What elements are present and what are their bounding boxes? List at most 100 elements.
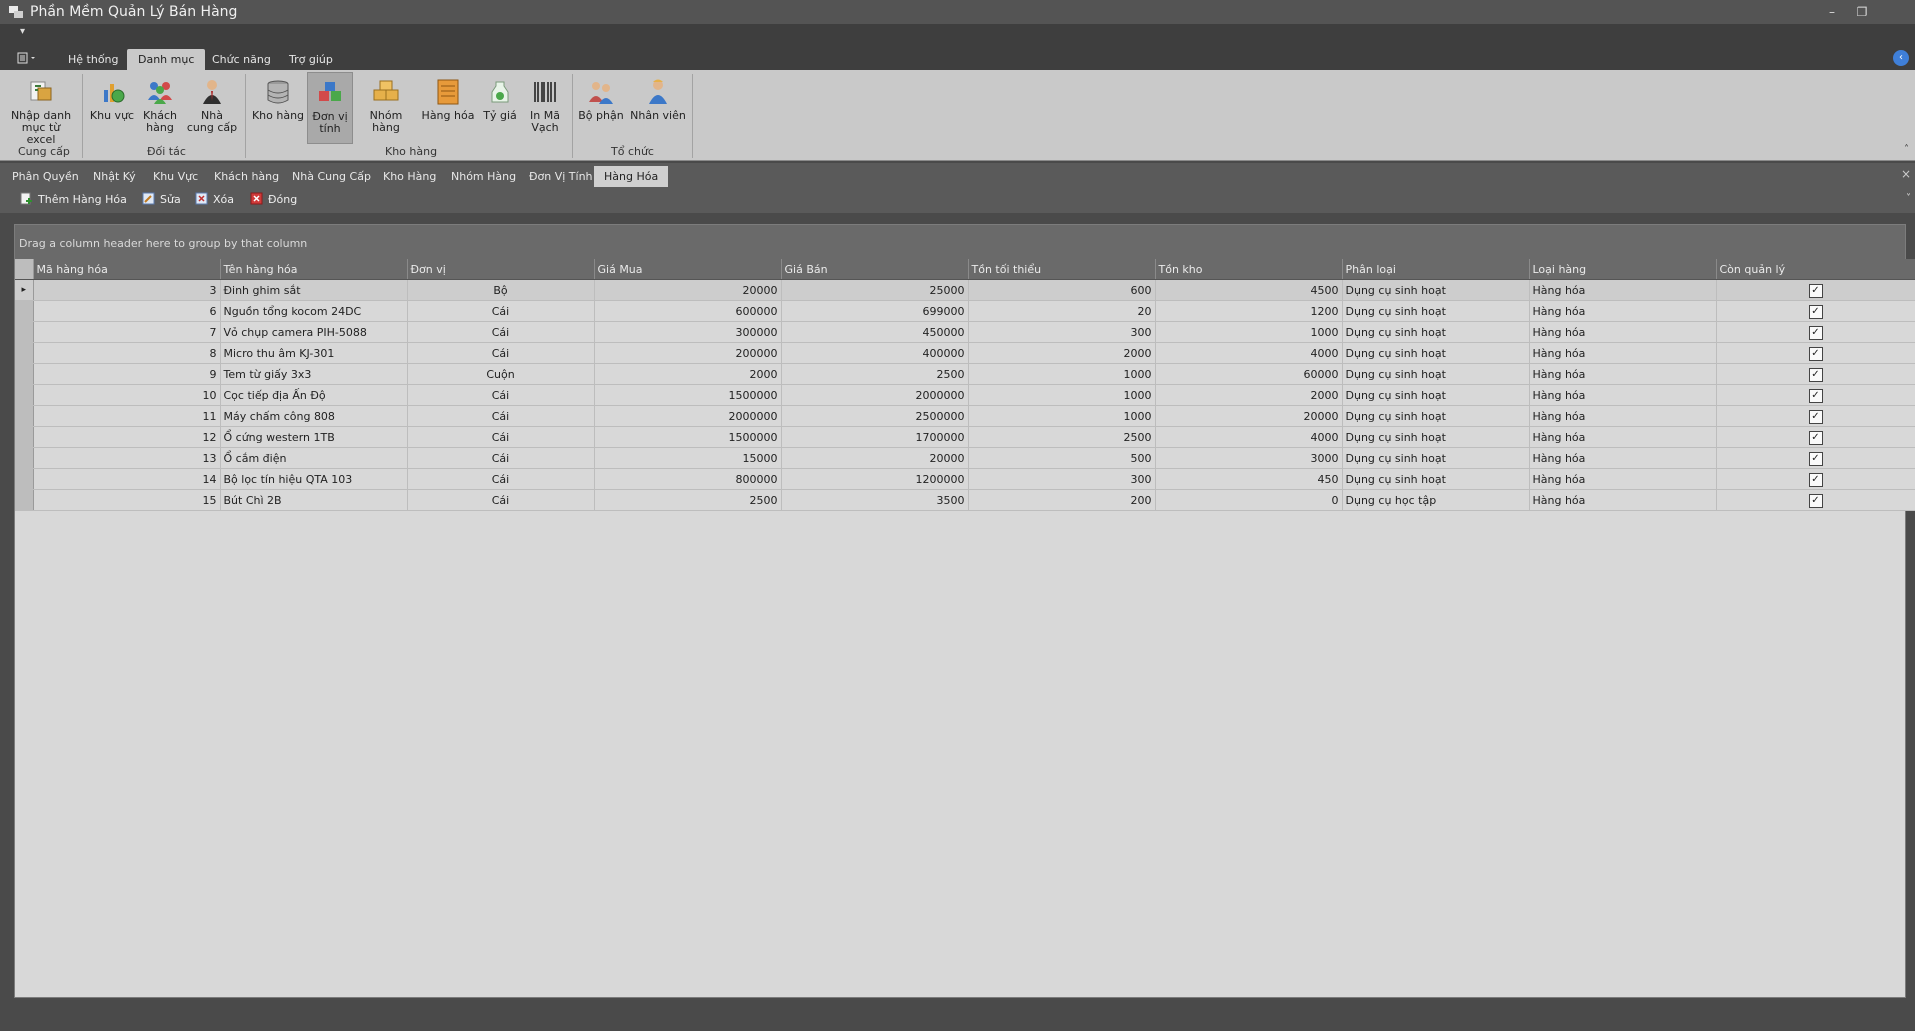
table-cell[interactable]: Hàng hóa (1529, 405, 1717, 427)
managed-checkbox-cell[interactable]: ✓ (1716, 300, 1915, 322)
table-cell[interactable]: 20000 (781, 447, 969, 469)
table-cell[interactable]: Hàng hóa (1529, 426, 1717, 448)
table-cell[interactable]: Hàng hóa (1529, 489, 1717, 511)
row-indicator[interactable] (15, 468, 34, 490)
table-cell[interactable]: 8 (33, 342, 221, 364)
table-cell[interactable]: Hàng hóa (1529, 447, 1717, 469)
tab-danh-muc[interactable]: Danh mục (127, 49, 206, 70)
managed-checkbox-cell[interactable]: ✓ (1716, 426, 1915, 448)
table-cell[interactable]: Cái (407, 468, 595, 490)
table-cell[interactable]: 60000 (1155, 363, 1343, 385)
table-cell[interactable]: 3 (33, 279, 221, 301)
table-cell[interactable]: 1200 (1155, 300, 1343, 322)
table-row[interactable]: 14 Bộ lọc tín hiệu QTA 103 Cái 800000 120000… (15, 468, 1915, 490)
table-cell[interactable]: 800000 (594, 468, 782, 490)
table-cell[interactable]: Bộ lọc tín hiệu QTA 103 (220, 468, 408, 490)
table-cell[interactable]: 1000 (1155, 321, 1343, 343)
table-cell[interactable]: 4000 (1155, 426, 1343, 448)
table-cell[interactable]: 600 (968, 279, 1156, 301)
row-indicator[interactable] (15, 426, 34, 448)
table-cell[interactable]: Dụng cụ sinh hoạt (1342, 321, 1530, 343)
warehouse-button[interactable]: Kho hàng (250, 72, 306, 142)
managed-checkbox-cell[interactable]: ✓ (1716, 363, 1915, 385)
table-cell[interactable]: Hàng hóa (1529, 300, 1717, 322)
table-cell[interactable]: Hàng hóa (1529, 363, 1717, 385)
table-cell[interactable]: 1700000 (781, 426, 969, 448)
checkbox[interactable]: ✓ (1808, 472, 1823, 487)
table-cell[interactable]: 2500 (781, 363, 969, 385)
managed-checkbox-cell[interactable]: ✓ (1716, 342, 1915, 364)
table-cell[interactable]: 2000000 (781, 384, 969, 406)
table-cell[interactable]: Dụng cụ sinh hoạt (1342, 468, 1530, 490)
table-cell[interactable]: Hàng hóa (1529, 279, 1717, 301)
row-indicator[interactable] (15, 489, 34, 511)
table-cell[interactable]: 1000 (968, 384, 1156, 406)
doc-tab-nhom-hang[interactable]: Nhóm Hàng (441, 166, 526, 187)
restore-button[interactable]: ❐ (1849, 3, 1875, 21)
table-cell[interactable]: 12 (33, 426, 221, 448)
tab-tro-giup[interactable]: Trợ giúp (278, 49, 344, 70)
table-cell[interactable]: 2000000 (594, 405, 782, 427)
delete-button[interactable]: Xóa (195, 191, 234, 209)
table-cell[interactable]: Dụng cụ sinh hoạt (1342, 342, 1530, 364)
table-cell[interactable]: 6 (33, 300, 221, 322)
table-cell[interactable]: Cọc tiếp địa Ấn Độ (220, 384, 408, 406)
column-header[interactable]: Còn quản lý (1716, 259, 1915, 280)
doc-tab-kho-hang[interactable]: Kho Hàng (373, 166, 446, 187)
column-header[interactable]: Đơn vị (407, 259, 595, 280)
table-row[interactable]: 7 Vỏ chụp camera PIH-5088 Cái 300000 450000 3… (15, 321, 1915, 343)
product-group-button[interactable]: Nhóm hàng (356, 72, 416, 142)
table-cell[interactable]: 699000 (781, 300, 969, 322)
table-cell[interactable]: Hàng hóa (1529, 468, 1717, 490)
table-cell[interactable]: Dụng cụ sinh hoạt (1342, 279, 1530, 301)
doc-tab-nha-cung-cap[interactable]: Nhà Cung Cấp (282, 166, 381, 187)
table-cell[interactable]: Nguồn tổng kocom 24DC (220, 300, 408, 322)
table-cell[interactable]: 3000 (1155, 447, 1343, 469)
doc-tab-nhat-ky[interactable]: Nhật Ký (83, 166, 146, 187)
table-cell[interactable]: Dụng cụ sinh hoạt (1342, 300, 1530, 322)
checkbox[interactable]: ✓ (1808, 430, 1823, 445)
table-cell[interactable]: Cái (407, 447, 595, 469)
checkbox[interactable]: ✓ (1808, 493, 1823, 508)
checkbox[interactable]: ✓ (1808, 346, 1823, 361)
table-cell[interactable]: Ổ cứng western 1TB (220, 426, 408, 448)
column-header[interactable]: Tồn kho (1155, 259, 1343, 280)
back-arrow-icon[interactable]: ‹ (1893, 50, 1909, 66)
column-header[interactable]: Loại hàng (1529, 259, 1717, 280)
app-menu-icon[interactable] (14, 50, 40, 66)
table-cell[interactable]: Dụng cụ sinh hoạt (1342, 405, 1530, 427)
tab-chuc-nang[interactable]: Chức năng (201, 49, 282, 70)
doc-tab-hang-hoa[interactable]: Hàng Hóa (594, 166, 669, 187)
chevron-down-icon[interactable]: ˅ (1906, 193, 1911, 204)
managed-checkbox-cell[interactable]: ✓ (1716, 447, 1915, 469)
table-row[interactable]: 6 Nguồn tổng kocom 24DC Cái 600000 699000 20 1… (15, 300, 1915, 322)
column-header[interactable]: Giá Mua (594, 259, 782, 280)
table-cell[interactable]: 4000 (1155, 342, 1343, 364)
customers-button[interactable]: Khách hàng (138, 72, 182, 142)
checkbox[interactable]: ✓ (1808, 304, 1823, 319)
checkbox[interactable]: ✓ (1808, 367, 1823, 382)
close-document-icon[interactable]: × (1901, 167, 1911, 181)
table-cell[interactable]: Cái (407, 300, 595, 322)
row-indicator[interactable] (15, 300, 34, 322)
checkbox[interactable]: ✓ (1808, 409, 1823, 424)
row-indicator[interactable] (15, 405, 34, 427)
row-indicator[interactable] (15, 447, 34, 469)
close-button[interactable]: Đóng (250, 191, 297, 209)
table-cell[interactable]: 15 (33, 489, 221, 511)
table-cell[interactable]: Máy chấm công 808 (220, 405, 408, 427)
checkbox[interactable]: ✓ (1808, 388, 1823, 403)
managed-checkbox-cell[interactable]: ✓ (1716, 405, 1915, 427)
tab-he-thong[interactable]: Hệ thống (57, 49, 130, 70)
table-cell[interactable]: Hàng hóa (1529, 384, 1717, 406)
doc-tab-don-vi-tinh[interactable]: Đơn Vị Tính (519, 166, 603, 187)
row-indicator[interactable] (15, 321, 34, 343)
checkbox[interactable]: ✓ (1808, 283, 1823, 298)
barcode-button[interactable]: In Mã Vạch (525, 72, 565, 142)
table-cell[interactable]: Hàng hóa (1529, 342, 1717, 364)
ribbon-collapse-icon[interactable]: ˄ (1904, 144, 1909, 155)
managed-checkbox-cell[interactable]: ✓ (1716, 321, 1915, 343)
table-cell[interactable]: 10 (33, 384, 221, 406)
table-cell[interactable]: 600000 (594, 300, 782, 322)
row-indicator[interactable] (15, 384, 34, 406)
